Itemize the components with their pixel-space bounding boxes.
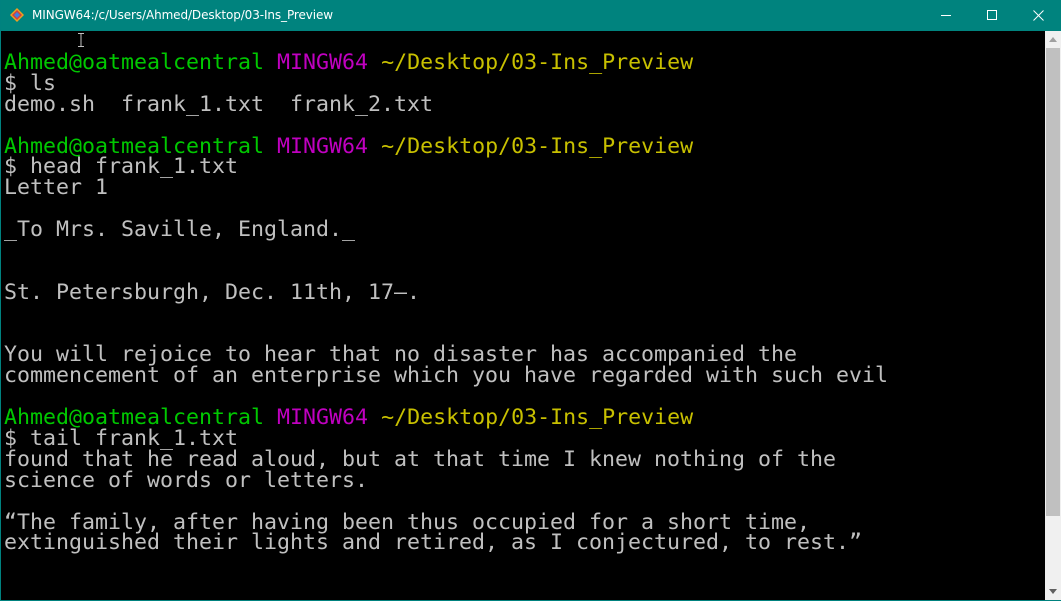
maximize-button[interactable] xyxy=(970,0,1016,31)
scrollbar-thumb[interactable] xyxy=(1046,48,1060,516)
terminal-window: MINGW64:/c/Users/Ahmed/Desktop/03-Ins_Pr… xyxy=(0,0,1061,601)
mingw-app-icon[interactable] xyxy=(10,8,24,22)
terminal-lines: Ahmed@oatmealcentral MINGW64 ~/Desktop/0… xyxy=(4,50,889,556)
output-line: demo.sh frank_1.txt frank_2.txt xyxy=(4,91,434,117)
command-line: $ head frank_1.txt xyxy=(4,154,239,180)
scroll-up-button[interactable] xyxy=(1045,31,1061,48)
prompt-path: ~/Desktop/03-Ins_Preview xyxy=(381,405,694,431)
title-bar[interactable]: MINGW64:/c/Users/Ahmed/Desktop/03-Ins_Pr… xyxy=(1,0,1061,31)
prompt-path: ~/Desktop/03-Ins_Preview xyxy=(381,50,694,75)
output-line: _To Mrs. Saville, England._ xyxy=(4,217,356,243)
output-line: commencement of an enterprise which you … xyxy=(4,363,889,389)
close-icon xyxy=(1033,10,1044,21)
output-line: extinguished their lights and retired, a… xyxy=(4,530,863,556)
prompt-path: ~/Desktop/03-Ins_Preview xyxy=(381,133,694,159)
scroll-down-button[interactable] xyxy=(1045,583,1061,600)
window-title: MINGW64:/c/Users/Ahmed/Desktop/03-Ins_Pr… xyxy=(32,8,333,22)
text-cursor-icon xyxy=(78,33,84,47)
output-line: science of words or letters. xyxy=(4,467,369,493)
maximize-icon xyxy=(987,10,997,20)
minimize-button[interactable] xyxy=(924,0,970,31)
close-button[interactable] xyxy=(1016,0,1061,31)
prompt-host: MINGW64 xyxy=(277,133,369,159)
prompt-host: MINGW64 xyxy=(277,405,369,431)
prompt-line: Ahmed@oatmealcentral MINGW64 ~/Desktop/0… xyxy=(4,50,888,75)
minimize-icon xyxy=(941,15,951,16)
terminal-output[interactable]: Ahmed@oatmealcentral MINGW64 ~/Desktop/0… xyxy=(2,31,1045,600)
output-line: St. Petersburgh, Dec. 11th, 17—. xyxy=(4,279,421,305)
scroll-up-arrow-icon xyxy=(1049,37,1057,42)
scroll-down-arrow-icon xyxy=(1049,589,1057,594)
vertical-scrollbar[interactable] xyxy=(1045,31,1061,600)
prompt-host: MINGW64 xyxy=(277,50,369,75)
output-line: Letter 1 xyxy=(4,175,109,201)
